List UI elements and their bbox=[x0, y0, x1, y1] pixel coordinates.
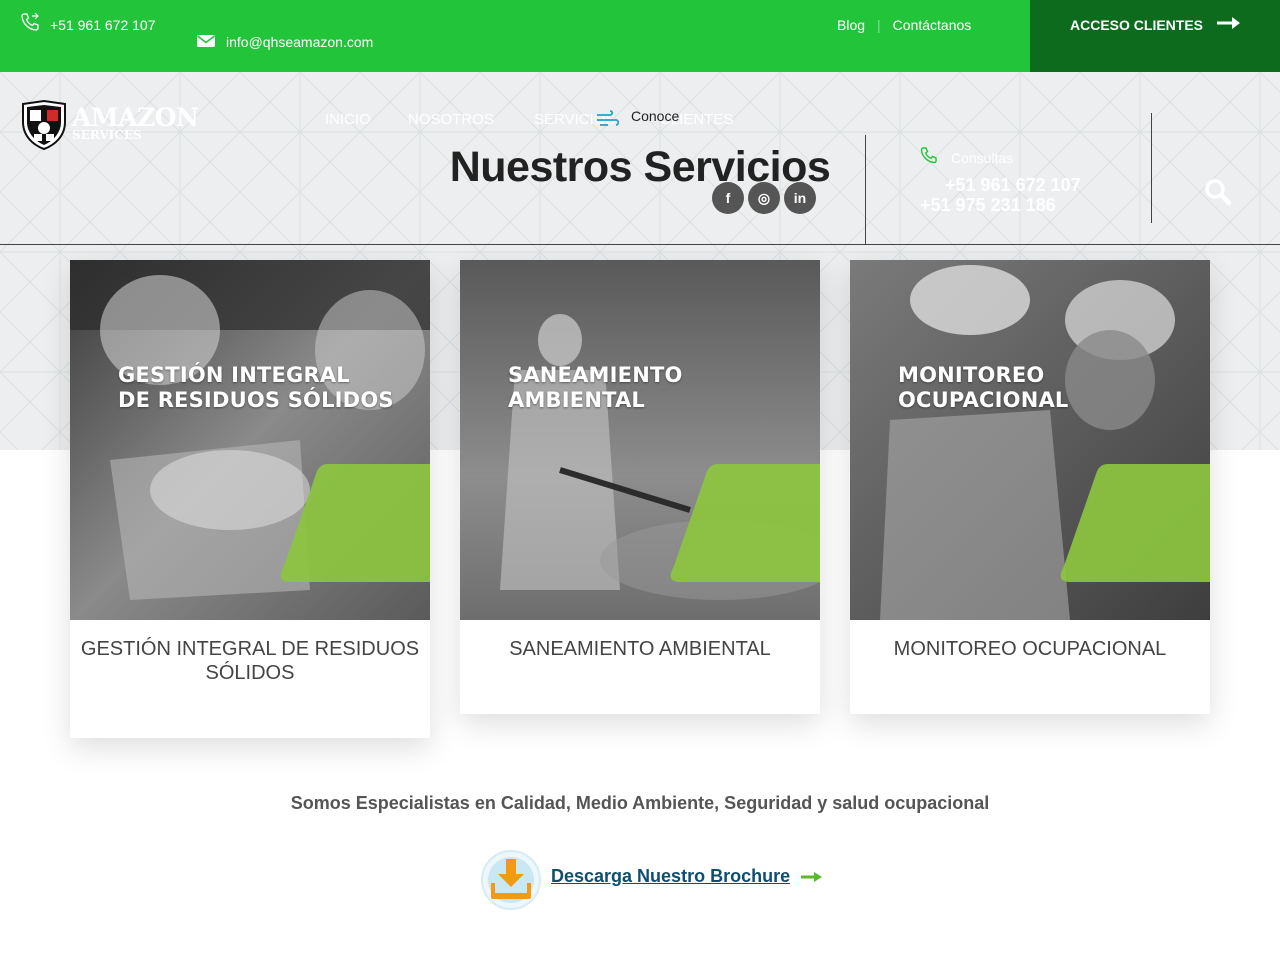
header-divider-right bbox=[1151, 113, 1152, 223]
consultas-phone-1[interactable]: +51 961 672 107 bbox=[945, 175, 1081, 196]
service-overlay-line: MONITOREO bbox=[898, 363, 1045, 387]
contactanos-link[interactable]: Contáctanos bbox=[893, 17, 972, 33]
service-image: MONITOREO OCUPACIONAL bbox=[850, 260, 1210, 620]
top-phone-number: +51 961 672 107 bbox=[50, 17, 156, 33]
phone-icon bbox=[21, 12, 39, 31]
service-title[interactable]: GESTIÓN INTEGRAL DE RESIDUOS SÓLIDOS bbox=[70, 620, 430, 685]
arrow-right-icon bbox=[1217, 17, 1240, 29]
service-overlay-line: DE RESIDUOS SÓLIDOS bbox=[118, 388, 394, 412]
phone-icon bbox=[920, 147, 937, 164]
service-overlay-line: OCUPACIONAL bbox=[898, 388, 1069, 412]
logo-subtitle: SERVICES bbox=[72, 128, 142, 142]
blog-link[interactable]: Blog bbox=[837, 17, 865, 33]
consultas-phone-2[interactable]: +51 975 231 186 bbox=[920, 195, 1056, 216]
service-title[interactable]: SANEAMIENTO AMBIENTAL bbox=[460, 620, 820, 661]
service-card-saneamiento[interactable]: SANEAMIENTO AMBIENTAL SANEAMIENTO AMBIEN… bbox=[460, 260, 820, 714]
top-email-address: info@qhseamazon.com bbox=[226, 34, 374, 50]
nav-item-inicio[interactable]: INICIO bbox=[325, 111, 371, 128]
service-photo-monitoreo bbox=[850, 260, 1210, 620]
service-title[interactable]: MONITOREO OCUPACIONAL bbox=[850, 620, 1210, 661]
search-icon[interactable] bbox=[1204, 178, 1232, 206]
conoce-link[interactable]: Conoce bbox=[596, 108, 679, 126]
service-image: GESTIÓN INTEGRAL DE RESIDUOS SÓLIDOS bbox=[70, 260, 430, 620]
instagram-icon[interactable]: ◎ bbox=[748, 182, 780, 214]
acceso-clientes-button[interactable]: ACCESO CLIENTES bbox=[1030, 0, 1280, 72]
service-overlay-line: SANEAMIENTO bbox=[508, 363, 683, 387]
service-overlay-title: MONITOREO OCUPACIONAL bbox=[898, 363, 1069, 413]
service-image: SANEAMIENTO AMBIENTAL bbox=[460, 260, 820, 620]
header-divider-left bbox=[865, 135, 866, 244]
nav-item-nosotros[interactable]: NOSOTROS bbox=[408, 111, 494, 128]
service-overlay-line: AMBIENTAL bbox=[508, 388, 646, 412]
service-photo-residuos bbox=[70, 260, 430, 620]
service-photo-saneamiento bbox=[460, 260, 820, 620]
envelope-icon bbox=[197, 35, 215, 47]
top-email[interactable]: info@qhseamazon.com bbox=[196, 34, 373, 50]
brochure-link[interactable]: Descarga Nuestro Brochure bbox=[551, 866, 790, 887]
arrow-right-icon bbox=[801, 872, 822, 882]
page-title: Nuestros Servicios bbox=[449, 143, 831, 191]
facebook-icon[interactable]: f bbox=[712, 182, 744, 214]
tagline: Somos Especialistas en Calidad, Medio Am… bbox=[290, 793, 990, 813]
top-bar: +51 961 672 107 info@qhseamazon.com Blog… bbox=[0, 0, 1280, 72]
download-icon bbox=[481, 850, 541, 910]
service-card-residuos[interactable]: GESTIÓN INTEGRAL DE RESIDUOS SÓLIDOS GES… bbox=[70, 260, 430, 738]
acceso-clientes-label: ACCESO CLIENTES bbox=[1070, 17, 1204, 33]
top-links: Blog | Contáctanos bbox=[837, 17, 971, 33]
service-overlay-line: GESTIÓN INTEGRAL bbox=[118, 363, 350, 387]
linkedin-icon[interactable]: in bbox=[784, 182, 816, 214]
service-overlay-title: GESTIÓN INTEGRAL DE RESIDUOS SÓLIDOS bbox=[118, 363, 394, 413]
hero-divider-line bbox=[0, 244, 1280, 245]
wind-icon bbox=[597, 110, 620, 126]
top-links-separator: | bbox=[877, 17, 881, 33]
top-phone[interactable]: +51 961 672 107 bbox=[20, 12, 170, 34]
consultas-label: Consultas bbox=[951, 150, 1014, 166]
service-overlay-title: SANEAMIENTO AMBIENTAL bbox=[508, 363, 683, 413]
service-card-monitoreo[interactable]: MONITOREO OCUPACIONAL MONITOREO OCUPACIO… bbox=[850, 260, 1210, 714]
